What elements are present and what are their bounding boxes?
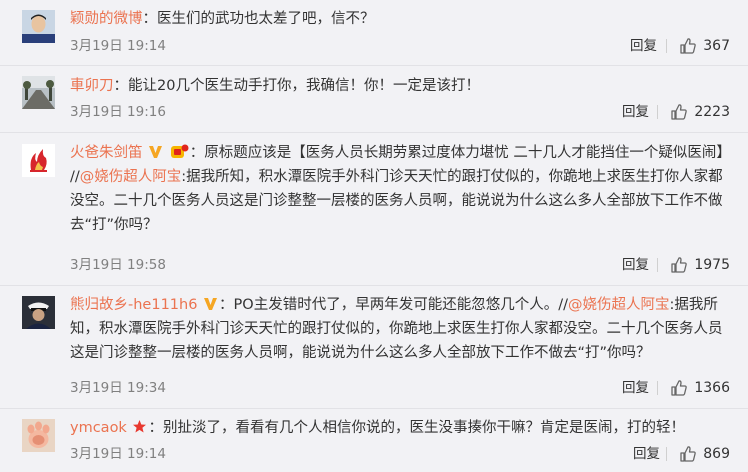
timestamp: 3月19日 19:58 — [70, 257, 166, 273]
comment-text: 車卯刀：能让20几个医生动手打你，我确信！你！一定是该打！ — [70, 74, 734, 98]
comment-text: 火爸朱剑笛 ：原标题应该是【医务人员长期劳累过度体力堪忧 二十几人才能挡住一个疑… — [70, 141, 734, 237]
like-button[interactable]: 1366 — [657, 376, 730, 400]
avatar[interactable] — [22, 419, 55, 452]
comment-item: 熊归故乡-he111h6 ：PO主发错时代了，早两年发可能还能忽悠几个人。//@… — [0, 286, 748, 409]
avatar[interactable] — [22, 296, 55, 329]
reply-button[interactable]: 回复 — [630, 34, 657, 58]
comment-content: ：PO主发错时代了，早两年发可能还能忽悠几个人。// — [219, 297, 568, 313]
star-badge-icon — [133, 420, 147, 433]
comment-item: ymcaok ：别扯淡了，看看有几个人相信你说的，医生没事揍你干嘛？肯定是医闹，… — [0, 409, 748, 472]
thumbs-up-icon — [680, 446, 697, 462]
comment-content: ：别扯淡了，看看有几个人相信你说的，医生没事揍你干嘛？肯定是医闹，打的轻！ — [148, 420, 685, 436]
like-count: 1366 — [694, 380, 730, 396]
divider — [666, 39, 668, 53]
avatar[interactable] — [22, 144, 55, 177]
avatar[interactable] — [22, 76, 55, 109]
member-badge-icon — [170, 144, 189, 158]
reply-button[interactable]: 回复 — [633, 442, 660, 466]
divider — [657, 105, 659, 119]
timestamp: 3月19日 19:16 — [70, 104, 166, 120]
username-link[interactable]: 颖勋的微博 — [70, 11, 143, 27]
comment-meta: 3月19日 19:14 回复 367 — [70, 34, 730, 58]
divider — [666, 447, 668, 461]
avatar[interactable] — [22, 10, 55, 43]
like-button[interactable]: 869 — [666, 442, 730, 466]
timestamp: 3月19日 19:14 — [70, 446, 166, 462]
timestamp: 3月19日 19:14 — [70, 38, 166, 54]
username-link[interactable]: 車卯刀 — [70, 78, 114, 94]
comment-meta: 3月19日 19:58 回复 1975 — [70, 253, 730, 277]
mention-link[interactable]: @娆伤超人阿宝 — [568, 297, 670, 313]
like-button[interactable]: 2223 — [657, 100, 730, 124]
thumbs-up-icon — [671, 104, 688, 120]
comment-content: ：医生们的武功也太差了吧，信不？ — [142, 11, 375, 27]
thumbs-up-icon — [671, 257, 688, 273]
comment-meta: 3月19日 19:34 回复 1366 — [70, 376, 730, 400]
divider — [657, 258, 659, 272]
thumbs-up-icon — [671, 380, 688, 396]
like-button[interactable]: 1975 — [657, 253, 730, 277]
verified-v-icon — [149, 146, 163, 158]
comment-meta: 3月19日 19:16 回复 2223 — [70, 100, 730, 124]
divider — [657, 381, 659, 395]
comment-text: 熊归故乡-he111h6 ：PO主发错时代了，早两年发可能还能忽悠几个人。//@… — [70, 293, 734, 365]
reply-button[interactable]: 回复 — [622, 253, 649, 277]
comment-item: 車卯刀：能让20几个医生动手打你，我确信！你！一定是该打！ 3月19日 19:1… — [0, 66, 748, 133]
like-button[interactable]: 367 — [666, 34, 730, 58]
timestamp: 3月19日 19:34 — [70, 380, 166, 396]
comment-text: 颖勋的微博：医生们的武功也太差了吧，信不？ — [70, 7, 734, 31]
like-count: 1975 — [694, 257, 730, 273]
comment-meta: 3月19日 19:14 回复 869 — [70, 442, 730, 466]
like-count: 2223 — [694, 104, 730, 120]
comment-item: 火爸朱剑笛 ：原标题应该是【医务人员长期劳累过度体力堪忧 二十几人才能挡住一个疑… — [0, 133, 748, 286]
like-count: 869 — [703, 446, 730, 462]
username-link[interactable]: 火爸朱剑笛 — [70, 145, 143, 161]
verified-v-icon — [204, 298, 218, 310]
username-link[interactable]: ymcaok — [70, 420, 127, 436]
thumbs-up-icon — [680, 38, 697, 54]
reply-button[interactable]: 回复 — [622, 100, 649, 124]
comment-item: 颖勋的微博：医生们的武功也太差了吧，信不？ 3月19日 19:14 回复 367 — [0, 0, 748, 66]
like-count: 367 — [703, 38, 730, 54]
username-link[interactable]: 熊归故乡-he111h6 — [70, 297, 197, 313]
comment-text: ymcaok ：别扯淡了，看看有几个人相信你说的，医生没事揍你干嘛？肯定是医闹，… — [70, 416, 734, 440]
comment-content: ：能让20几个医生动手打你，我确信！你！一定是该打！ — [113, 78, 480, 94]
comment-list: 颖勋的微博：医生们的武功也太差了吧，信不？ 3月19日 19:14 回复 367 — [0, 0, 748, 472]
mention-link[interactable]: @娆伤超人阿宝 — [80, 169, 182, 185]
reply-button[interactable]: 回复 — [622, 376, 649, 400]
